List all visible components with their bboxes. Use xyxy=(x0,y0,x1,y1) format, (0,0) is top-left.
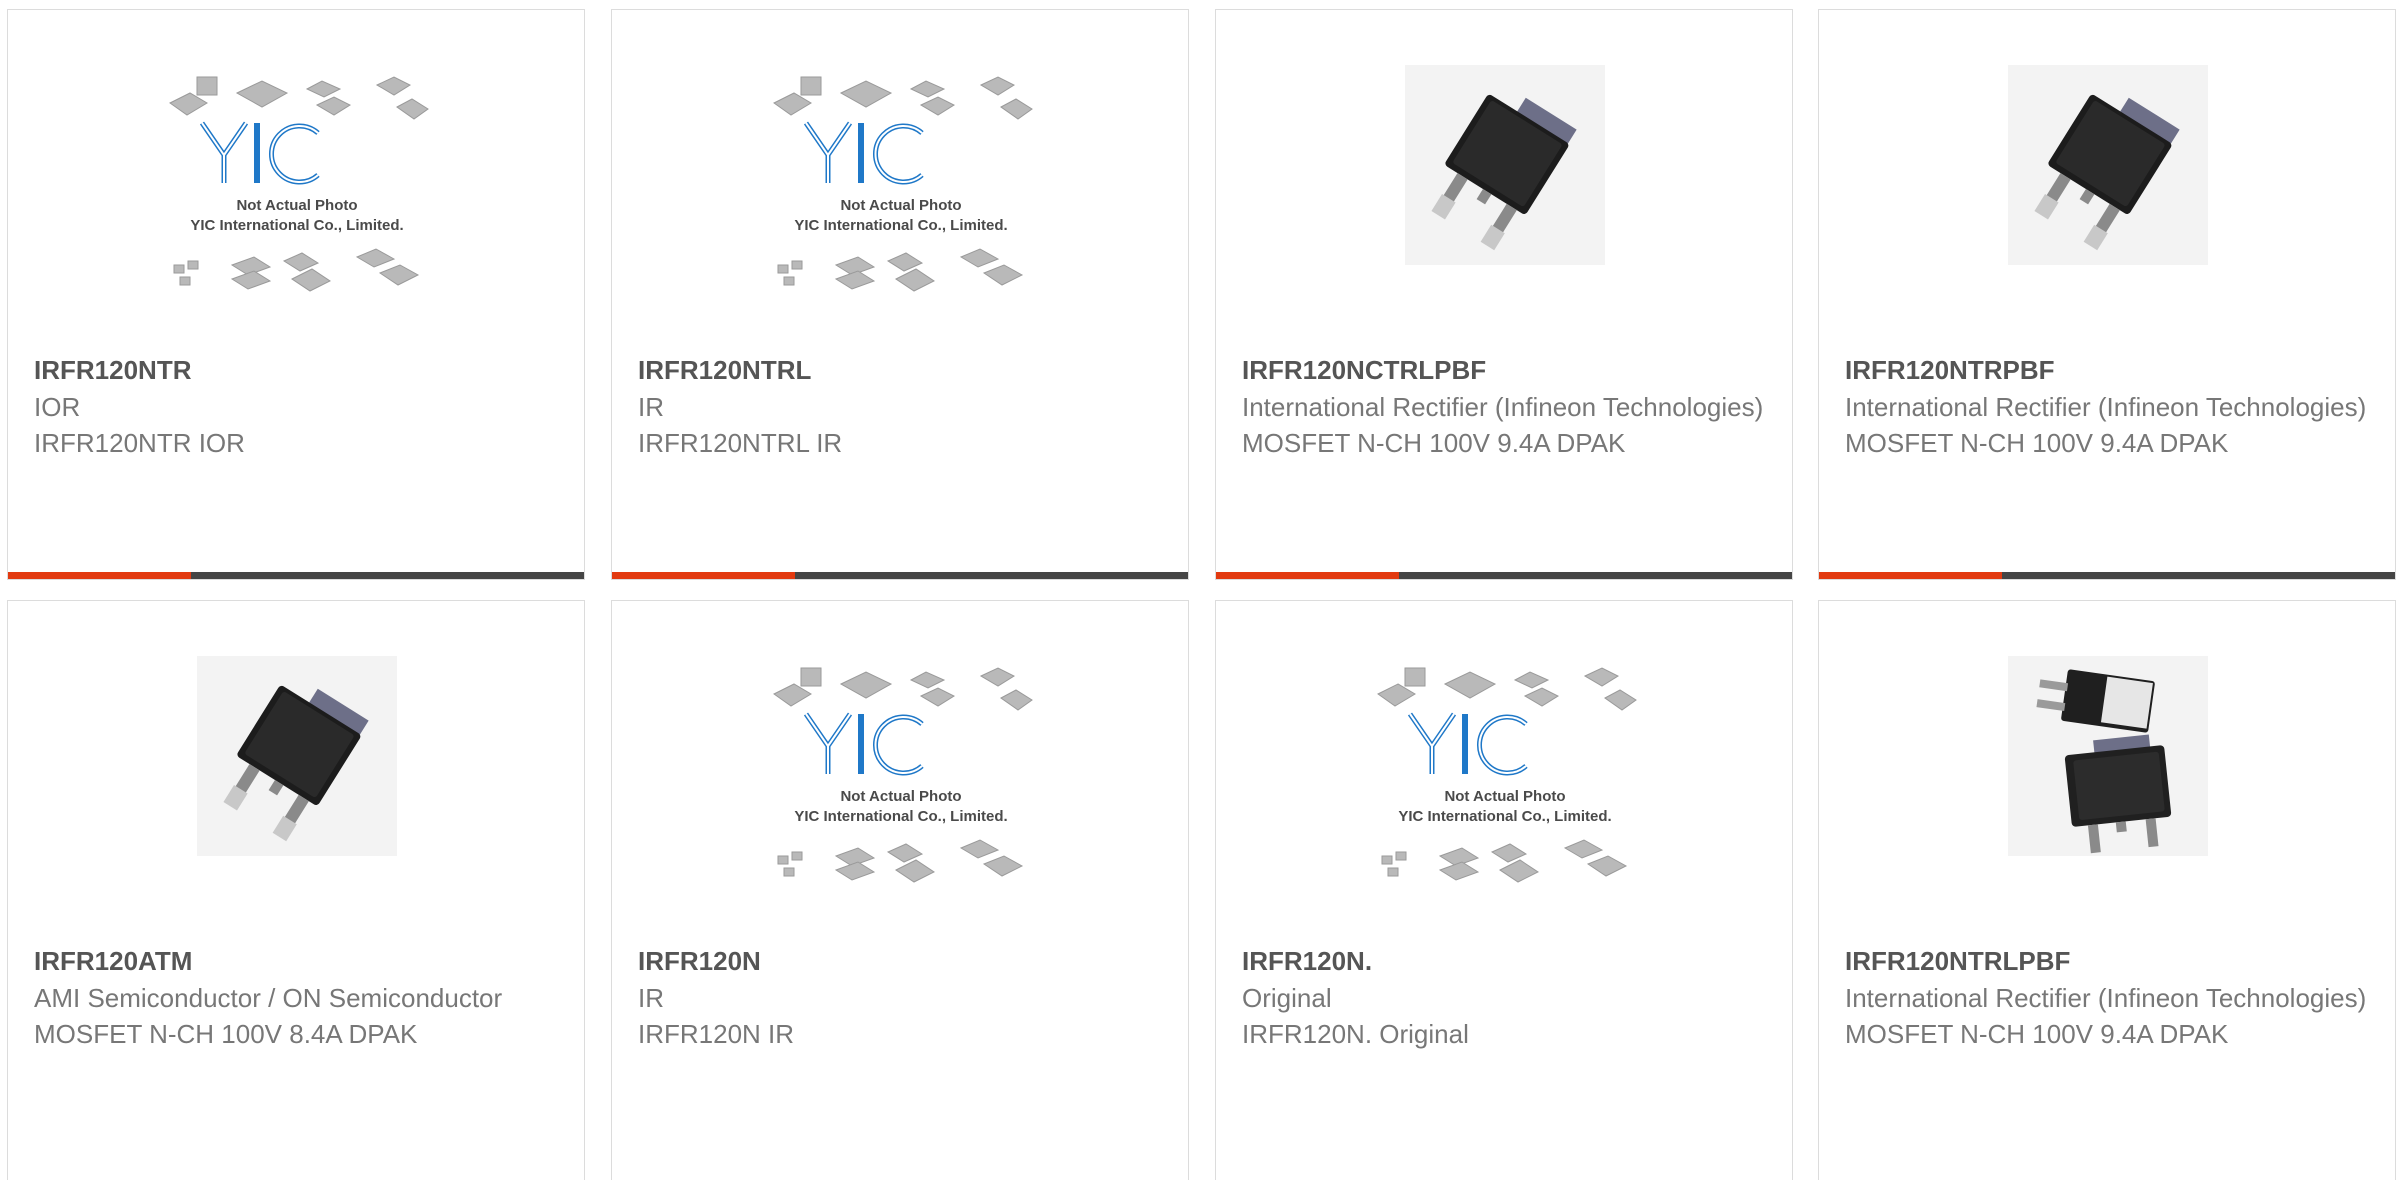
product-info: IRFR120NTRPBF International Rectifier (I… xyxy=(1845,352,2375,461)
product-info: IRFR120N. Original IRFR120N. Original xyxy=(1242,943,1772,1052)
placeholder-line1: Not Actual Photo xyxy=(236,197,357,214)
accent-bar xyxy=(8,572,191,579)
manufacturer: IR xyxy=(638,983,664,1013)
product-image-placeholder: Not Actual Photo YIC International Co., … xyxy=(612,65,1188,355)
placeholder-line2: YIC International Co., Limited. xyxy=(794,217,1007,234)
product-image-placeholder: Not Actual Photo YIC International Co., … xyxy=(612,656,1188,946)
accent-bar xyxy=(612,572,795,579)
part-number-link[interactable]: IRFR120NTR xyxy=(34,352,564,389)
product-image-dpak xyxy=(1216,65,1792,355)
description: MOSFET N-CH 100V 9.4A DPAK xyxy=(1845,428,2229,458)
description: MOSFET N-CH 100V 8.4A DPAK xyxy=(34,1019,418,1049)
part-number-link[interactable]: IRFR120ATM xyxy=(34,943,564,980)
product-info: IRFR120NCTRLPBF International Rectifier … xyxy=(1242,352,1772,461)
part-number-link[interactable]: IRFR120NTRLPBF xyxy=(1845,943,2375,980)
accent-bar xyxy=(1216,572,1399,579)
description: IRFR120NTR IOR xyxy=(34,428,245,458)
card-footer-bar xyxy=(1216,572,1792,579)
card-footer-bar xyxy=(8,572,584,579)
accent-bar xyxy=(1819,572,2002,579)
product-card[interactable]: Not Actual Photo YIC International Co., … xyxy=(611,9,1189,580)
product-info: IRFR120NTRLPBF International Rectifier (… xyxy=(1845,943,2375,1052)
manufacturer: AMI Semiconductor / ON Semiconductor xyxy=(34,983,503,1013)
product-image-placeholder: Not Actual Photo YIC International Co., … xyxy=(8,65,584,355)
card-footer-bar xyxy=(1819,572,2395,579)
description: IRFR120NTRL IR xyxy=(638,428,843,458)
product-card[interactable]: IRFR120NCTRLPBF International Rectifier … xyxy=(1215,9,1793,580)
product-info: IRFR120NTR IOR IRFR120NTR IOR xyxy=(34,352,564,461)
product-card[interactable]: Not Actual Photo YIC International Co., … xyxy=(611,600,1189,1180)
manufacturer: Original xyxy=(1242,983,1332,1013)
manufacturer: International Rectifier (Infineon Techno… xyxy=(1242,392,1764,422)
manufacturer: IR xyxy=(638,392,664,422)
placeholder-line1: Not Actual Photo xyxy=(840,788,961,805)
placeholder-line2: YIC International Co., Limited. xyxy=(1398,808,1611,825)
manufacturer: IOR xyxy=(34,392,81,422)
product-card[interactable]: Not Actual Photo YIC International Co., … xyxy=(7,9,585,580)
part-number-link[interactable]: IRFR120NTRL xyxy=(638,352,1168,389)
product-card[interactable]: IRFR120NTRPBF International Rectifier (I… xyxy=(1818,9,2396,580)
product-card[interactable]: Not Actual Photo YIC International Co., … xyxy=(1215,600,1793,1180)
description: IRFR120N. Original xyxy=(1242,1019,1469,1049)
placeholder-line2: YIC International Co., Limited. xyxy=(794,808,1007,825)
product-image-dpak xyxy=(1819,65,2395,355)
placeholder-line2: YIC International Co., Limited. xyxy=(190,217,403,234)
card-footer-bar xyxy=(612,572,1188,579)
manufacturer: International Rectifier (Infineon Techno… xyxy=(1845,392,2367,422)
product-image-placeholder: Not Actual Photo YIC International Co., … xyxy=(1216,656,1792,946)
placeholder-line1: Not Actual Photo xyxy=(840,197,961,214)
part-number-link[interactable]: IRFR120N. xyxy=(1242,943,1772,980)
part-number-link[interactable]: IRFR120NCTRLPBF xyxy=(1242,352,1772,389)
product-image-dpak-pair xyxy=(1819,656,2395,946)
description: IRFR120N IR xyxy=(638,1019,795,1049)
part-number-link[interactable]: IRFR120N xyxy=(638,943,1168,980)
placeholder-line1: Not Actual Photo xyxy=(1444,788,1565,805)
product-grid: Not Actual Photo YIC International Co., … xyxy=(0,0,2400,1180)
part-number-link[interactable]: IRFR120NTRPBF xyxy=(1845,352,2375,389)
manufacturer: International Rectifier (Infineon Techno… xyxy=(1845,983,2367,1013)
product-card[interactable]: IRFR120ATM AMI Semiconductor / ON Semico… xyxy=(7,600,585,1180)
product-info: IRFR120N IR IRFR120N IR xyxy=(638,943,1168,1052)
product-info: IRFR120ATM AMI Semiconductor / ON Semico… xyxy=(34,943,564,1052)
description: MOSFET N-CH 100V 9.4A DPAK xyxy=(1845,1019,2229,1049)
description: MOSFET N-CH 100V 9.4A DPAK xyxy=(1242,428,1626,458)
product-card[interactable]: IRFR120NTRLPBF International Rectifier (… xyxy=(1818,600,2396,1180)
product-info: IRFR120NTRL IR IRFR120NTRL IR xyxy=(638,352,1168,461)
product-image-dpak xyxy=(8,656,584,946)
